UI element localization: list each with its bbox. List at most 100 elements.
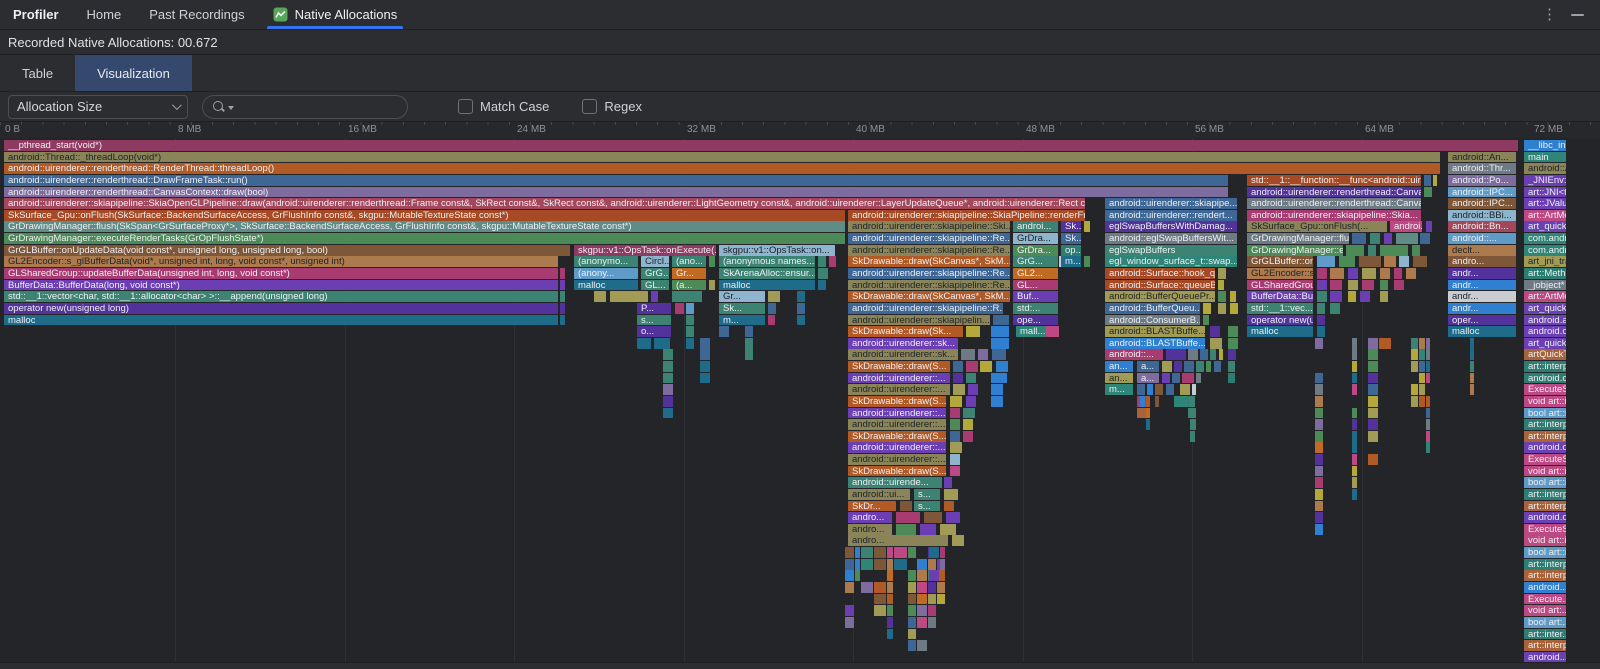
flame-bar[interactable]	[1182, 373, 1194, 384]
flame-bar[interactable]: SkSurface_Gpu::onFlush(...	[1247, 221, 1387, 232]
flame-bar[interactable]: android::uirenderer::skiapipeline::SkiaP…	[848, 210, 1085, 221]
flame-bar[interactable]: void art:...	[1524, 605, 1566, 616]
flame-bar[interactable]: com.androi...	[1524, 245, 1566, 256]
checkbox-icon[interactable]	[582, 99, 597, 114]
flame-bar[interactable]: GrDrawingManager::flush(SkSpan<GrSurface…	[4, 221, 845, 232]
flame-bar[interactable]	[1352, 233, 1366, 244]
flame-bar[interactable]	[709, 256, 715, 267]
flame-bar[interactable]: art::interp...	[1524, 501, 1566, 512]
flame-bar[interactable]: bool art::i...	[1524, 477, 1566, 488]
flame-bar[interactable]	[908, 582, 916, 593]
flame-bar[interactable]	[908, 605, 916, 616]
flame-bar[interactable]	[700, 373, 710, 384]
flame-bar[interactable]	[1411, 361, 1418, 372]
flame-bar[interactable]: art::ArtMet...	[1524, 291, 1566, 302]
flame-bar[interactable]	[950, 396, 962, 407]
flame-bar[interactable]	[1315, 501, 1323, 512]
flame-bar[interactable]	[894, 547, 907, 558]
flame-bar[interactable]	[818, 280, 826, 291]
flame-bar[interactable]	[1317, 303, 1325, 314]
flame-bar[interactable]: GLSharedGroup::updateBufferData(unsigned…	[4, 268, 558, 279]
flame-bar[interactable]	[917, 582, 927, 593]
flame-bar[interactable]: android::uirenderer::sk...	[848, 338, 958, 349]
flame-bar[interactable]: android::uirenderer::...	[848, 419, 946, 430]
flame-bar[interactable]	[968, 384, 978, 395]
flame-bar[interactable]	[845, 582, 854, 593]
flame-bar[interactable]	[1315, 524, 1323, 535]
flame-bar[interactable]: android.ap...	[1524, 315, 1566, 326]
flame-bar[interactable]: GLSharedGroup::...	[1247, 280, 1313, 291]
flame-bar[interactable]	[1426, 431, 1430, 442]
allocation-size-dropdown[interactable]: Allocation Size	[8, 95, 188, 119]
tab-home[interactable]: Home	[73, 0, 136, 29]
flame-bar[interactable]	[1419, 349, 1425, 360]
flame-bar[interactable]: art::JValue ...	[1524, 198, 1566, 209]
flame-bar[interactable]: android.o...	[1524, 442, 1566, 453]
flame-bar[interactable]	[686, 315, 694, 326]
flame-bar[interactable]	[1219, 349, 1223, 360]
flame-bar[interactable]	[1426, 396, 1430, 407]
flame-bar[interactable]: android::ConsumerB...	[1105, 315, 1200, 326]
flame-bar[interactable]	[1172, 373, 1180, 384]
flame-bar[interactable]: android::An...	[1448, 152, 1516, 163]
flame-bar[interactable]: malloc	[719, 280, 815, 291]
flame-bar[interactable]	[1196, 373, 1201, 384]
flame-bar[interactable]	[709, 280, 715, 291]
flame-bar[interactable]: android::uirenderer::renderthread::Canva…	[1247, 198, 1421, 209]
flame-bar[interactable]: artQuickTol...	[1524, 349, 1566, 360]
flame-bar[interactable]: operator new(un...	[1247, 315, 1313, 326]
flame-bar[interactable]	[700, 361, 710, 372]
flame-bar[interactable]: android::uirenderer::sk...	[848, 349, 958, 360]
flame-bar[interactable]	[663, 408, 673, 419]
flame-bar[interactable]	[908, 547, 916, 558]
flame-bar[interactable]	[1315, 512, 1323, 523]
flame-bar[interactable]	[1315, 408, 1323, 419]
flame-bar[interactable]	[961, 349, 975, 360]
flame-bar[interactable]	[950, 408, 960, 419]
flame-bar[interactable]	[1190, 419, 1196, 430]
flame-bar[interactable]: GL2Encoder::s_glBufferData(void*, unsign…	[4, 256, 558, 267]
flame-bar[interactable]	[1368, 396, 1378, 407]
flame-bar[interactable]	[1317, 326, 1325, 337]
flame-bar[interactable]	[845, 559, 854, 570]
flame-bar[interactable]	[996, 361, 1008, 372]
flame-bar[interactable]: a...	[1137, 361, 1159, 372]
flame-bar[interactable]	[1315, 338, 1323, 349]
flame-bar[interactable]	[1162, 373, 1170, 384]
flame-bar[interactable]	[1146, 419, 1150, 430]
flame-bar[interactable]	[953, 373, 963, 384]
flame-bar[interactable]: android::uirenderer::rendert...	[1105, 210, 1237, 221]
flame-bar[interactable]: android::uirenderer::renderthread::DrawF…	[4, 175, 1228, 186]
flame-bar[interactable]: SkDrawable::draw(S...	[848, 361, 950, 372]
flame-bar[interactable]	[950, 442, 962, 453]
flame-bar[interactable]	[908, 629, 916, 640]
flame-bar[interactable]	[908, 617, 916, 628]
flame-bar[interactable]	[1210, 326, 1220, 337]
flame-bar[interactable]	[966, 326, 980, 337]
flame-bar[interactable]	[963, 408, 975, 419]
flame-bar[interactable]	[991, 396, 1003, 407]
flame-bar[interactable]	[1315, 384, 1323, 395]
flame-bar[interactable]	[861, 547, 873, 558]
flame-bar[interactable]	[861, 582, 873, 593]
flame-bar[interactable]	[1380, 268, 1390, 279]
flame-bar[interactable]	[1362, 268, 1376, 279]
flame-bar[interactable]: android::ui...	[848, 489, 910, 500]
flame-bar[interactable]: Sk...	[1061, 221, 1081, 232]
flame-bar[interactable]: android::BufferQueuePr...	[1105, 291, 1215, 302]
flame-bar[interactable]	[1174, 361, 1182, 372]
flame-bar[interactable]	[1228, 361, 1235, 372]
flame-bar[interactable]	[920, 524, 936, 535]
flame-bar[interactable]	[1380, 291, 1388, 302]
flame-bar[interactable]	[560, 268, 565, 279]
flame-bar[interactable]	[928, 582, 936, 593]
flame-bar[interactable]: android.o...	[1524, 512, 1566, 523]
flame-bar[interactable]: void art::i...	[1524, 466, 1566, 477]
flame-bar[interactable]	[944, 501, 954, 512]
flame-bar[interactable]	[768, 303, 776, 314]
flame-bar[interactable]: android::uirenderer::...	[848, 373, 950, 384]
flame-bar[interactable]	[1330, 291, 1342, 302]
flame-bar[interactable]	[1346, 245, 1364, 256]
flame-bar[interactable]: void art::int...	[1524, 396, 1566, 407]
flame-bar[interactable]	[900, 501, 912, 512]
